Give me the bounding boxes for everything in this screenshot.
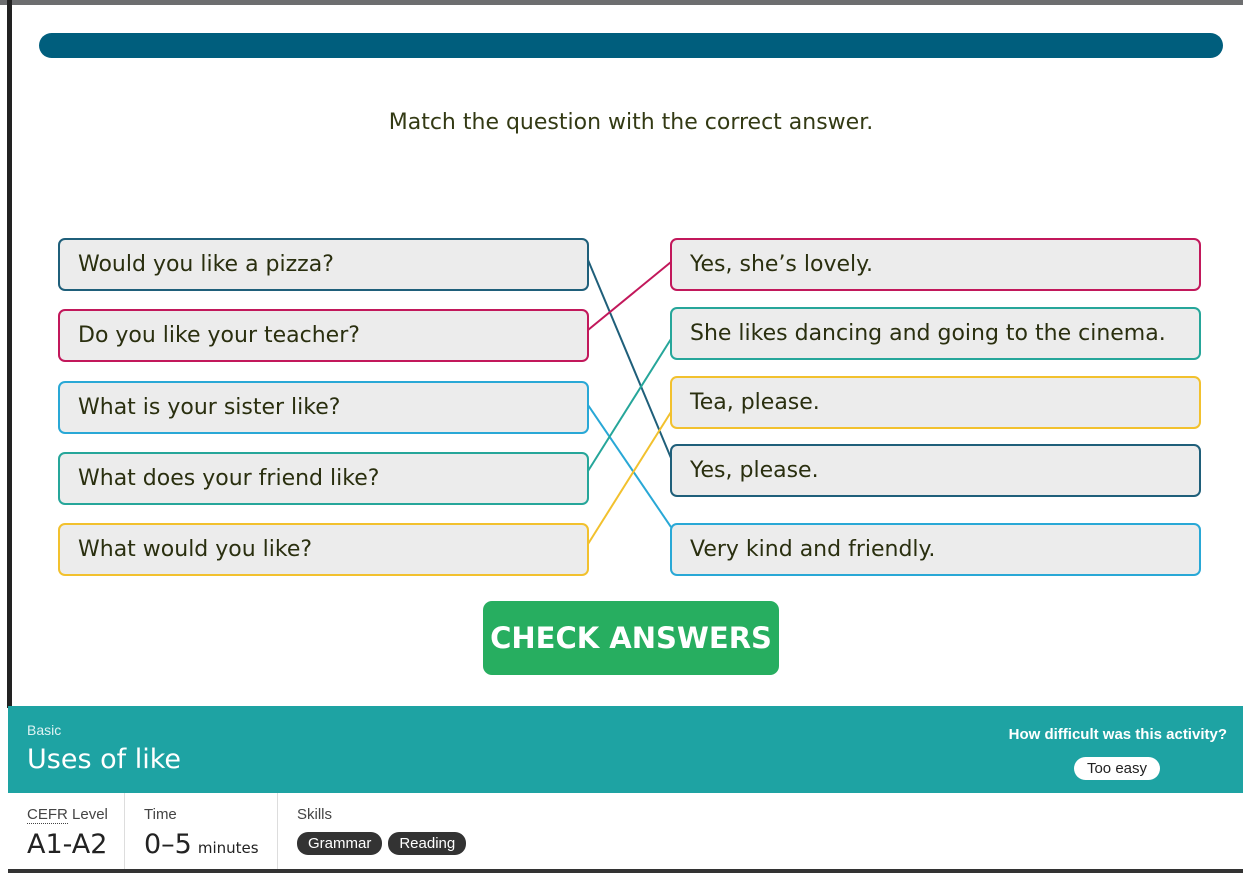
check-answers-button[interactable]: CHECK ANSWERS <box>483 601 779 675</box>
match-line <box>588 412 671 544</box>
answer-card-1[interactable]: Yes, she’s lovely. <box>670 238 1201 291</box>
question-card-3[interactable]: What is your sister like? <box>58 381 589 434</box>
answer-card-2[interactable]: She likes dancing and going to the cinem… <box>670 307 1201 360</box>
answer-text: Yes, please. <box>690 458 819 483</box>
question-card-1[interactable]: Would you like a pizza? <box>58 238 589 291</box>
difficulty-too-easy-button[interactable]: Too easy <box>1074 757 1160 780</box>
question-card-5[interactable]: What would you like? <box>58 523 589 576</box>
bottom-border <box>8 869 1243 873</box>
answer-text: Tea, please. <box>690 390 820 415</box>
difficulty-question: How difficult was this activity? <box>1009 726 1227 743</box>
skill-tag-reading[interactable]: Reading <box>388 832 466 855</box>
skills-label: Skills <box>297 806 332 823</box>
time-value-wrap: 0–5 minutes <box>144 829 259 860</box>
match-line <box>588 405 671 527</box>
time-label: Time <box>144 806 177 823</box>
skills-column: Skills Grammar Reading <box>278 793 678 871</box>
answer-card-5[interactable]: Very kind and friendly. <box>670 523 1201 576</box>
cefr-label: CEFR Level <box>27 806 108 823</box>
match-line <box>588 262 671 330</box>
answer-text: She likes dancing and going to the cinem… <box>690 321 1166 346</box>
question-text: What is your sister like? <box>78 395 340 420</box>
question-text: What does your friend like? <box>78 466 379 491</box>
activity-meta-bar: CEFR Level A1-A2 Time 0–5 minutes Skills … <box>8 793 1243 873</box>
question-text: Do you like your teacher? <box>78 323 360 348</box>
time-column: Time 0–5 minutes <box>125 793 278 871</box>
time-unit: minutes <box>198 839 259 857</box>
activity-info-bar: Basic Uses of like How difficult was thi… <box>8 706 1243 793</box>
answer-card-4[interactable]: Yes, please. <box>670 444 1201 497</box>
question-card-2[interactable]: Do you like your teacher? <box>58 309 589 362</box>
answer-card-3[interactable]: Tea, please. <box>670 376 1201 429</box>
matching-area: Would you like a pizza? Do you like your… <box>0 0 1243 700</box>
question-text: Would you like a pizza? <box>78 252 334 277</box>
answer-text: Yes, she’s lovely. <box>690 252 873 277</box>
question-text: What would you like? <box>78 537 312 562</box>
cefr-abbr[interactable]: CEFR <box>27 806 68 824</box>
level-label: Basic <box>27 722 61 738</box>
activity-title: Uses of like <box>27 744 181 775</box>
answer-text: Very kind and friendly. <box>690 537 935 562</box>
cefr-value: A1-A2 <box>27 829 107 860</box>
skill-tag-grammar[interactable]: Grammar <box>297 832 382 855</box>
cefr-column: CEFR Level A1-A2 <box>8 793 125 871</box>
cefr-label-rest: Level <box>68 806 108 823</box>
time-value: 0–5 <box>144 829 192 860</box>
skill-tags: Grammar Reading <box>297 832 466 855</box>
question-card-4[interactable]: What does your friend like? <box>58 452 589 505</box>
